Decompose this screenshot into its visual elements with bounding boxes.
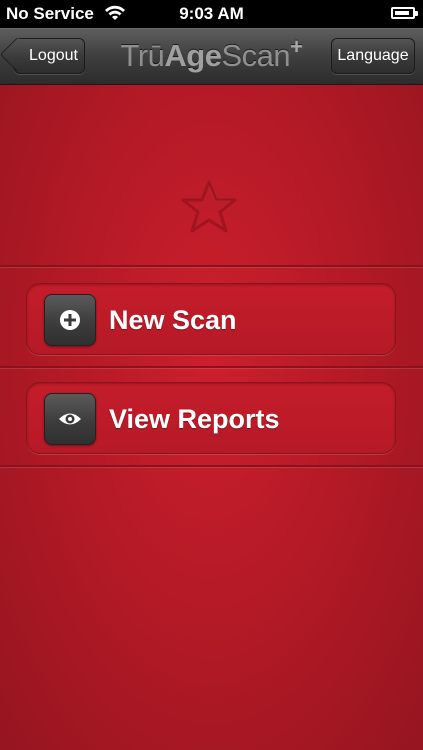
logo-tru: Trū (120, 38, 165, 73)
main-content: New Scan View Reports (0, 85, 423, 750)
logo-plus: + (290, 34, 303, 59)
language-button[interactable]: Language (331, 38, 415, 74)
navigation-bar: Logout TrūAgeScan+ Language (0, 28, 423, 85)
status-time: 9:03 AM (179, 4, 244, 23)
divider-middle (0, 366, 423, 368)
battery-icon (391, 7, 418, 19)
new-scan-label: New Scan (109, 305, 237, 335)
divider-top (0, 265, 423, 267)
new-scan-button[interactable]: New Scan (26, 283, 396, 355)
status-bar: No Service 9:03 AM (0, 0, 423, 28)
view-reports-button[interactable]: View Reports (26, 382, 396, 454)
view-reports-label: View Reports (109, 404, 280, 434)
logo-scan: Scan (221, 38, 291, 73)
logo-age: Age (164, 38, 222, 73)
star-icon (181, 180, 237, 233)
plus-circle-icon (44, 294, 96, 346)
eye-icon (44, 393, 96, 445)
divider-bottom (0, 465, 423, 467)
